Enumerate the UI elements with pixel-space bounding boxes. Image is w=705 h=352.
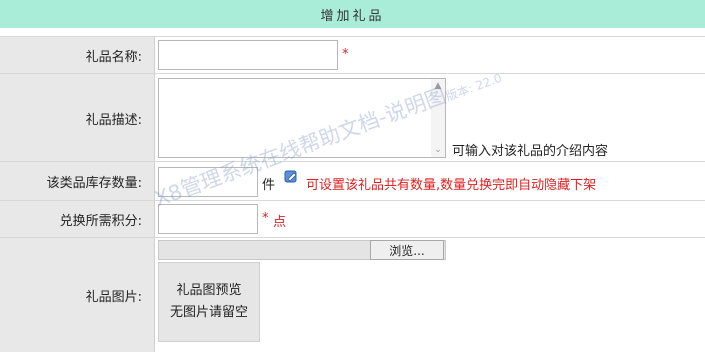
textarea-scrollbar[interactable]: ▲ ⌄ xyxy=(431,79,445,157)
scroll-down-icon[interactable]: ⌄ xyxy=(433,145,443,155)
form-row-points: 兑换所需积分: * 点 xyxy=(0,200,705,238)
image-preview: 礼品图预览 无图片请留空 xyxy=(158,262,260,342)
form-row-desc: 礼品描述: ▲ ⌄ 可输入对该礼品的介绍内容 xyxy=(0,73,705,162)
required-mark: * xyxy=(342,47,349,62)
points-unit: 点 xyxy=(273,215,287,230)
stock-unit: 件 xyxy=(262,178,276,193)
desc-hint: 可输入对该礼品的介绍内容 xyxy=(452,144,609,159)
page-title: 增加礼品 xyxy=(320,8,385,24)
gift-name-input[interactable] xyxy=(158,40,338,70)
desc-label: 礼品描述: xyxy=(0,74,155,162)
page-header: 增加礼品 xyxy=(0,0,705,28)
stock-quantity-input[interactable] xyxy=(158,167,258,197)
gift-description-textarea[interactable]: ▲ ⌄ xyxy=(158,78,446,158)
stock-field-cell: 件 可设置该礼品共有数量,数量兑换完即自动隐藏下架 xyxy=(156,162,705,201)
image-label: 礼品图片: xyxy=(0,238,155,352)
scroll-up-icon[interactable]: ▲ xyxy=(433,81,443,91)
points-input[interactable] xyxy=(158,204,258,234)
form-row-image: 礼品图片: 浏览... 礼品图预览 无图片请留空 xyxy=(0,237,705,352)
stock-hint: 可设置该礼品共有数量,数量兑换完即自动隐藏下架 xyxy=(306,178,597,193)
form-row-stock: 该类品库存数量: 件 可设置该礼品共有数量,数量兑换完即自动隐藏下架 xyxy=(0,161,705,201)
points-field-cell: * 点 xyxy=(156,201,705,238)
name-field-cell: * xyxy=(156,37,705,74)
desc-field-cell: ▲ ⌄ 可输入对该礼品的介绍内容 xyxy=(156,74,705,162)
preview-note: 无图片请留空 xyxy=(169,305,248,320)
info-pencil-icon xyxy=(284,170,297,183)
name-label: 礼品名称: xyxy=(0,37,155,74)
browse-button[interactable]: 浏览... xyxy=(370,240,444,260)
stock-label: 该类品库存数量: xyxy=(0,162,155,201)
required-mark: * xyxy=(262,211,269,226)
preview-title: 礼品图预览 xyxy=(176,283,242,298)
points-label: 兑换所需积分: xyxy=(0,201,155,238)
image-field-cell: 浏览... 礼品图预览 无图片请留空 xyxy=(156,238,705,352)
form-row-name: 礼品名称: * xyxy=(0,36,705,74)
